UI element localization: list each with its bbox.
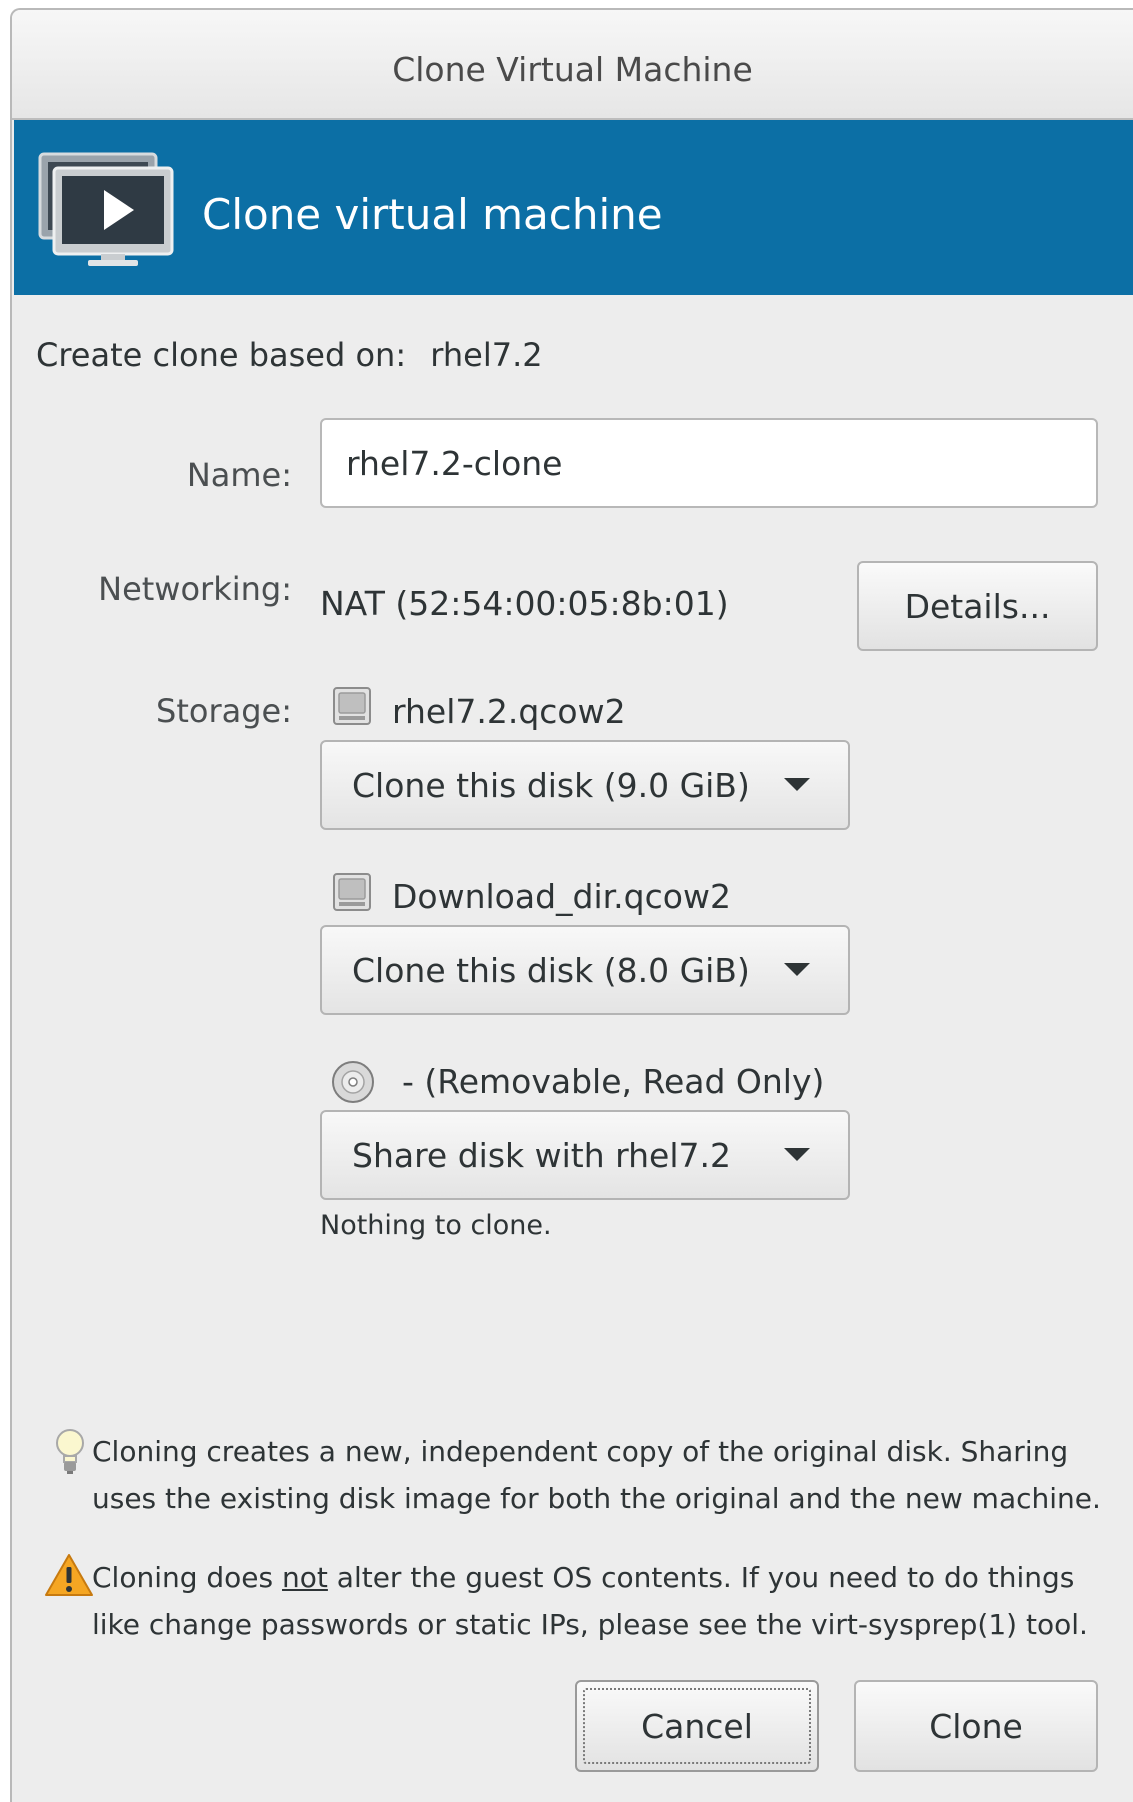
window-title: Clone Virtual Machine [392,50,753,89]
clone-tip-text: Cloning creates a new, independent copy … [92,1435,1101,1515]
disk-action-value: Clone this disk (8.0 GiB) [352,951,750,990]
disk-action-select[interactable]: Share disk with rhel7.2 [320,1110,850,1200]
disk-name: rhel7.2.qcow2 [392,692,626,731]
harddisk-icon [333,873,371,911]
networking-value: NAT (52:54:00:05:8b:01) [320,584,729,623]
storage-label: Storage: [156,692,292,730]
dropdown-arrow-icon [784,778,810,791]
lightbulb-icon [56,1429,84,1474]
disk-action-value: Share disk with rhel7.2 [352,1136,731,1175]
cancel-button[interactable]: Cancel [575,1680,819,1772]
name-label: Name: [186,456,292,494]
details-button[interactable]: Details... [857,561,1098,651]
harddisk-icon [333,687,371,725]
header-banner: Clone virtual machine [14,120,1133,295]
cdrom-icon [332,1061,374,1103]
monitor-play-icon [38,152,174,266]
networking-label: Networking: [98,570,292,608]
disk-action-value: Clone this disk (9.0 GiB) [352,766,750,805]
warning-emphasis: not [282,1561,328,1594]
banner-title: Clone virtual machine [202,190,663,239]
title-bar[interactable]: Clone Virtual Machine [12,10,1133,120]
dropdown-arrow-icon [784,1148,810,1161]
name-input[interactable] [320,418,1098,508]
warning-text: Cloning does not alter the guest OS cont… [92,1554,1112,1648]
clone-button[interactable]: Clone [854,1680,1098,1772]
disk-action-select[interactable]: Clone this disk (9.0 GiB) [320,740,850,830]
based-on-label: Create clone based on: [36,336,407,374]
warning-prefix: Cloning does [92,1561,283,1594]
disk-name: Download_dir.qcow2 [392,877,731,916]
based-on-value: rhel7.2 [430,336,543,374]
dropdown-arrow-icon [784,963,810,976]
based-on-row: Create clone based on: rhel7.2 [36,336,543,374]
disk-action-select[interactable]: Clone this disk (8.0 GiB) [320,925,850,1015]
disk-note: Nothing to clone. [320,1210,552,1241]
warning-icon [45,1554,93,1596]
disk-name: - (Removable, Read Only) [402,1062,825,1101]
